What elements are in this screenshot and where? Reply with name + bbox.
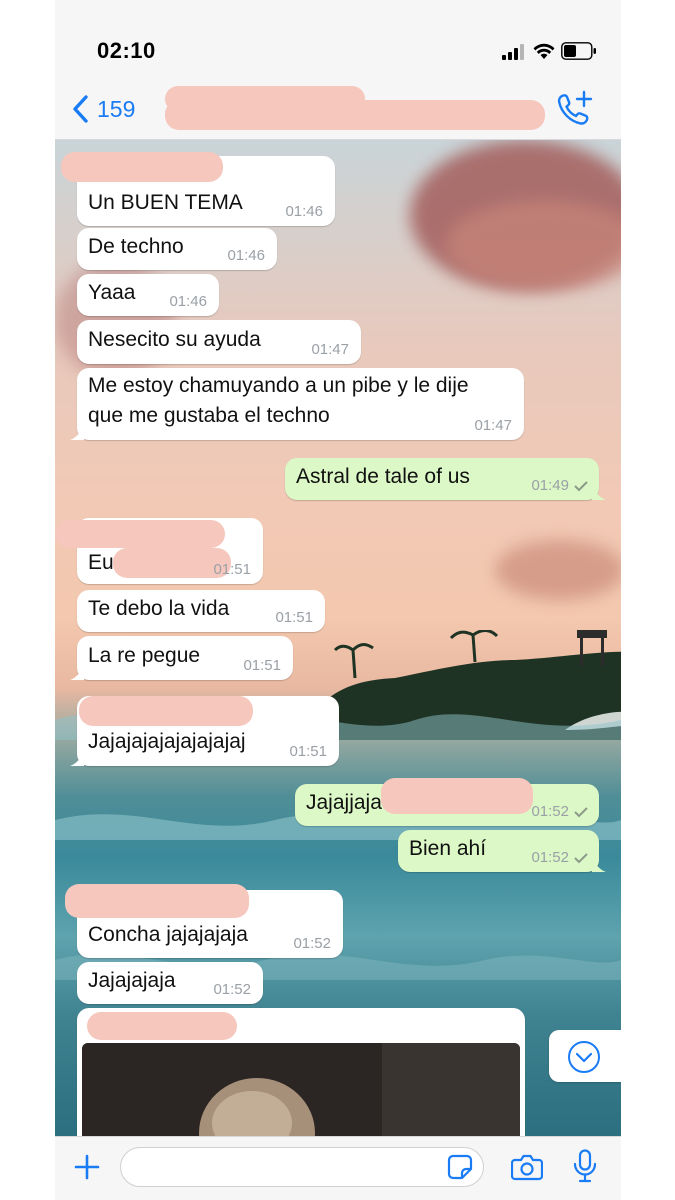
message-text: Jajajajaja bbox=[88, 969, 176, 992]
message-time: 01:51 bbox=[243, 657, 281, 674]
message-bubble-outgoing[interactable]: Bien ahí 01:52 bbox=[398, 830, 606, 872]
message-time: 01:52 bbox=[213, 981, 251, 998]
message-text: Jajajajajajajajajaj bbox=[88, 730, 246, 753]
message-time: 01:46 bbox=[285, 203, 323, 220]
message-text: Me estoy chamuyando a un pibe y le dije … bbox=[88, 374, 469, 427]
microphone-icon[interactable] bbox=[573, 1149, 597, 1183]
message-text: De techno bbox=[88, 235, 184, 258]
bubble-tail-in bbox=[70, 752, 84, 766]
message-text: Eu bbox=[88, 551, 114, 574]
message-text: Te debo la vida bbox=[88, 597, 230, 620]
chat-background: Un BUEN TEMA 01:46 De techno 01:46 Yaaa … bbox=[55, 140, 621, 1136]
message-bubble-outgoing[interactable]: Jajajjaja 01:52 bbox=[295, 778, 599, 826]
message-bubble-incoming[interactable]: La re pegue 01:51 bbox=[70, 636, 293, 680]
message-bubble-incoming[interactable]: Yaaa 01:46 bbox=[77, 274, 219, 316]
plus-icon[interactable] bbox=[73, 1153, 101, 1181]
message-time: 01:51 bbox=[213, 561, 251, 578]
message-bubble-outgoing[interactable]: Astral de tale of us 01:49 bbox=[285, 458, 606, 500]
check-icon bbox=[574, 481, 588, 492]
unread-count: 159 bbox=[97, 95, 136, 122]
bubble-tail-in bbox=[70, 666, 84, 680]
message-time: 01:47 bbox=[474, 417, 512, 434]
back-button[interactable]: 159 bbox=[71, 94, 135, 124]
message-input-bar bbox=[55, 1136, 621, 1200]
message-text: Nesecito su ayuda bbox=[88, 328, 261, 351]
bubble-tail-in bbox=[70, 426, 84, 440]
message-text: Un BUEN TEMA bbox=[88, 191, 243, 214]
bubble-tail-out bbox=[592, 858, 606, 872]
message-bubble-incoming[interactable]: Un BUEN TEMA 01:46 bbox=[61, 152, 335, 226]
status-time: 02:10 bbox=[97, 38, 156, 63]
check-icon bbox=[574, 807, 588, 818]
message-time: 01:51 bbox=[275, 609, 313, 626]
message-bubble-incoming[interactable]: Nesecito su ayuda 01:47 bbox=[77, 320, 361, 364]
message-time: 01:52 bbox=[531, 849, 569, 866]
text-redacted bbox=[381, 778, 533, 814]
message-time: 01:46 bbox=[227, 247, 265, 264]
scroll-to-bottom-button[interactable] bbox=[549, 1030, 621, 1082]
message-bubble-incoming[interactable]: Me estoy chamuyando a un pibe y le dije … bbox=[70, 368, 524, 440]
image-thumbnail[interactable] bbox=[82, 1043, 520, 1136]
chevron-down-icon bbox=[568, 1041, 600, 1073]
status-bar: 02:10 bbox=[55, 0, 621, 90]
contact-name-redacted[interactable] bbox=[165, 84, 545, 134]
signal-icon bbox=[502, 44, 524, 60]
message-input[interactable] bbox=[120, 1147, 484, 1187]
phone-plus-icon[interactable] bbox=[555, 90, 593, 126]
message-text: Bien ahí bbox=[409, 837, 487, 860]
wifi-icon bbox=[533, 43, 555, 59]
message-bubble-incoming[interactable]: Te debo la vida 01:51 bbox=[77, 590, 325, 632]
message-time: 01:52 bbox=[293, 935, 331, 952]
message-text: Jajajjaja bbox=[306, 791, 382, 814]
sender-name-redacted bbox=[55, 520, 225, 548]
battery-icon bbox=[561, 42, 596, 60]
message-time: 01:51 bbox=[289, 743, 327, 760]
message-text: Yaaa bbox=[88, 281, 136, 304]
bubble-tail-out bbox=[592, 486, 606, 500]
message-bubble-incoming[interactable]: Jajajajajajajajajaj 01:51 bbox=[70, 696, 339, 766]
sender-name-redacted bbox=[61, 152, 223, 182]
chevron-left-icon bbox=[73, 95, 88, 123]
image-message-bubble[interactable] bbox=[77, 1008, 525, 1136]
message-text: Concha jajajajaja bbox=[88, 923, 248, 946]
camera-icon[interactable] bbox=[511, 1153, 543, 1181]
message-time: 01:52 bbox=[531, 803, 569, 820]
phone-screen: 02:10 159 Un BUEN TEMA 01:46 De techno 0… bbox=[55, 0, 621, 1200]
sender-name-redacted bbox=[65, 884, 249, 918]
check-icon bbox=[574, 853, 588, 864]
message-text: La re pegue bbox=[88, 644, 201, 667]
message-bubble-incoming[interactable]: De techno 01:46 bbox=[77, 228, 277, 270]
message-time: 01:46 bbox=[169, 293, 207, 310]
wallpaper-cloud bbox=[495, 540, 621, 600]
message-time: 01:47 bbox=[311, 341, 349, 358]
sender-name-redacted bbox=[87, 1012, 237, 1040]
sender-name-redacted bbox=[79, 696, 253, 726]
message-bubble-incoming[interactable]: Concha jajajajaja 01:52 bbox=[65, 884, 343, 958]
message-text: Astral de tale of us bbox=[296, 465, 470, 488]
chat-header: 159 bbox=[55, 80, 621, 140]
photo-content bbox=[82, 1043, 520, 1136]
message-time: 01:49 bbox=[531, 477, 569, 494]
message-bubble-incoming[interactable]: Jajajajaja 01:52 bbox=[77, 962, 263, 1004]
message-bubble-incoming[interactable]: Eu 01:51 bbox=[55, 518, 263, 584]
sticker-icon[interactable] bbox=[447, 1154, 473, 1180]
